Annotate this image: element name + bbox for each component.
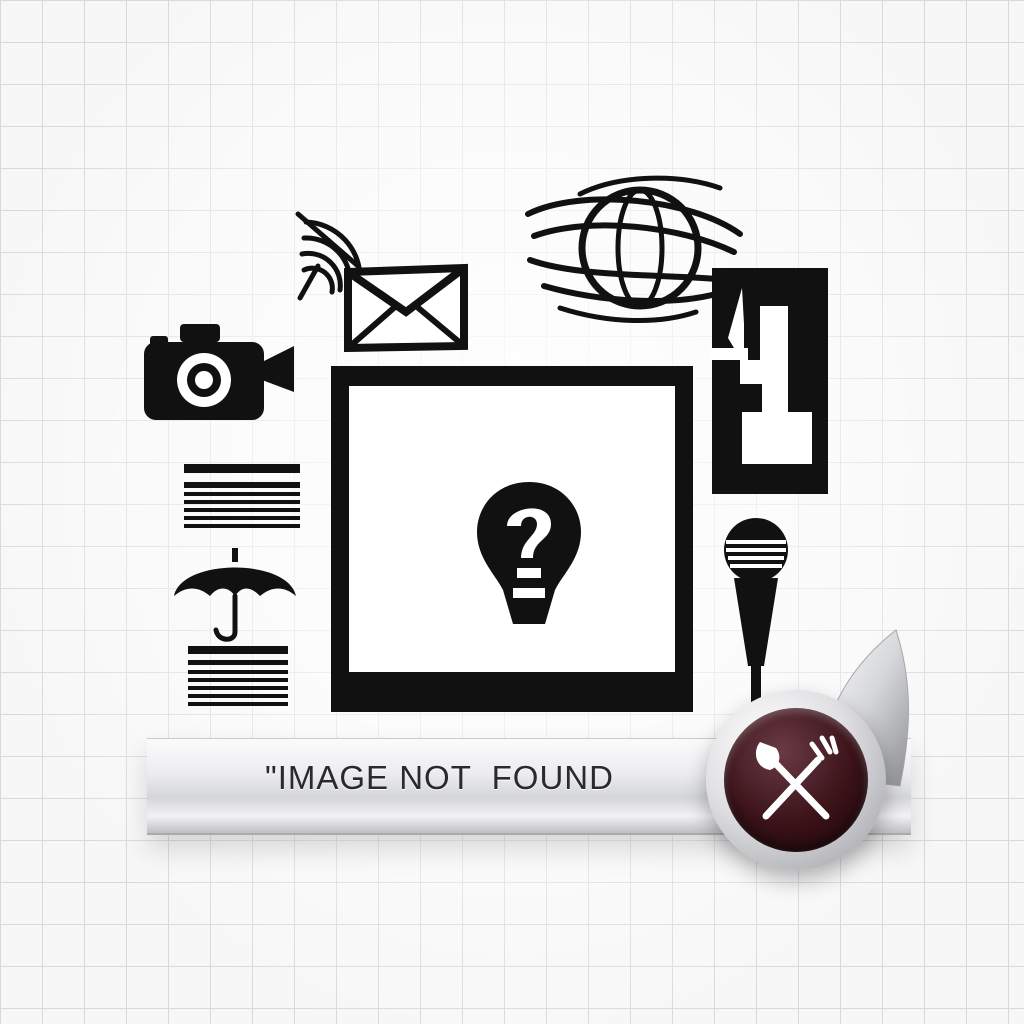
envelope-icon bbox=[344, 263, 468, 352]
number-four-icon bbox=[710, 268, 828, 494]
text-lines-icon bbox=[184, 464, 300, 528]
shovel-fork-icon bbox=[755, 735, 839, 820]
text-lines-icon bbox=[188, 646, 288, 706]
error-badge[interactable] bbox=[706, 690, 886, 870]
image-placeholder-area bbox=[349, 386, 675, 672]
status-text: "IMAGE NOT FOUND bbox=[265, 759, 614, 796]
badge-core bbox=[724, 708, 868, 852]
umbrella-icon bbox=[174, 548, 296, 642]
image-placeholder-frame bbox=[331, 366, 693, 712]
placeholder-canvas: "IMAGE NOT FOUND bbox=[0, 0, 1024, 1024]
question-bulb-icon bbox=[477, 482, 581, 624]
camera-icon bbox=[144, 324, 294, 420]
